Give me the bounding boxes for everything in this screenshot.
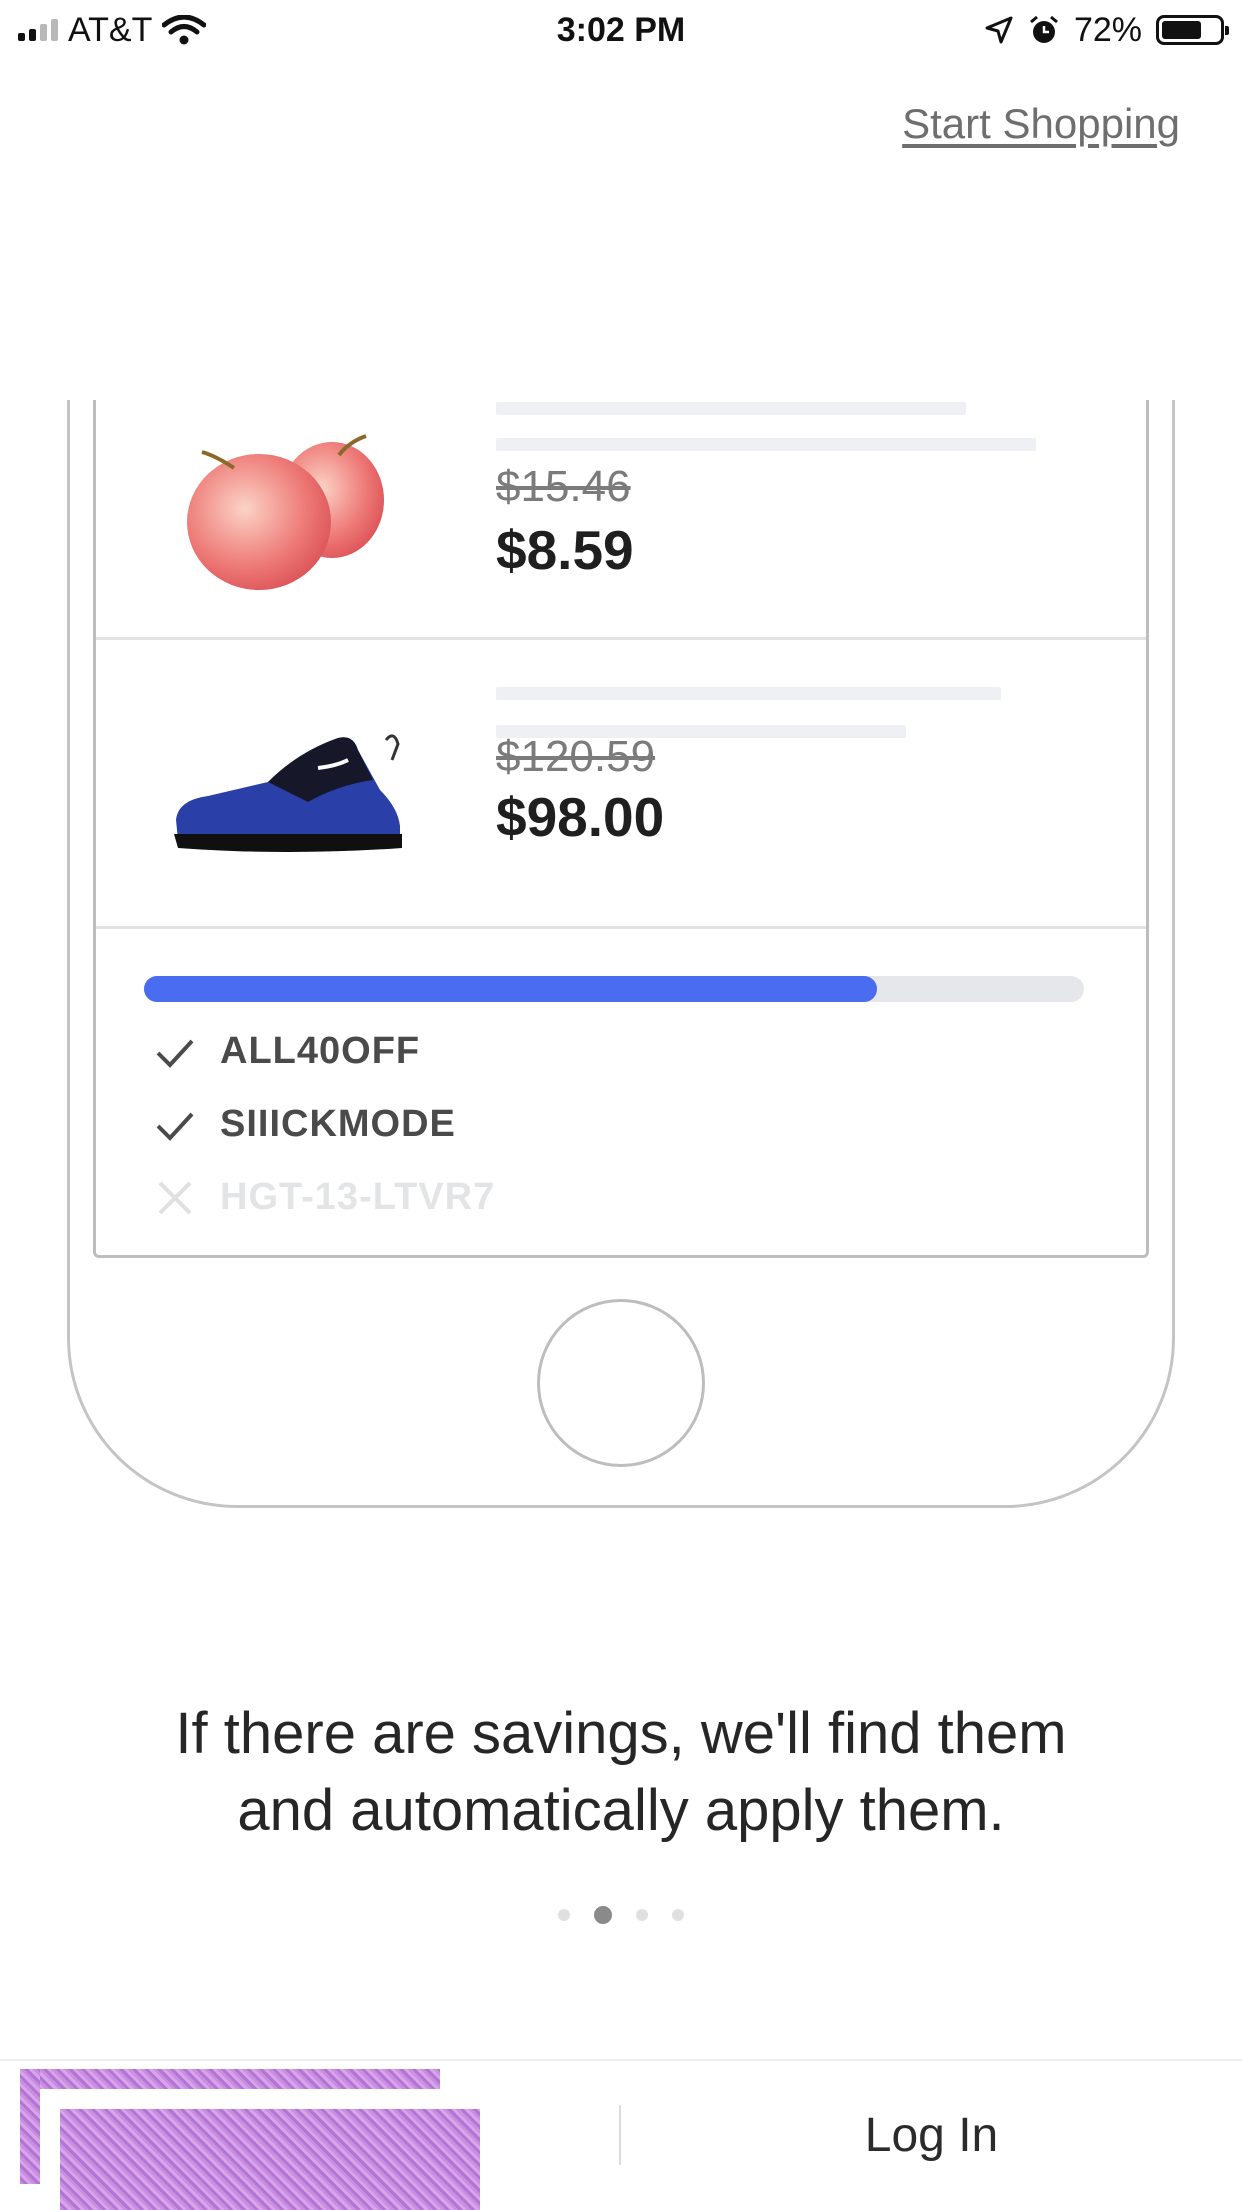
old-price: $15.46 xyxy=(496,462,631,511)
page-dot[interactable] xyxy=(594,1906,612,1924)
page-indicator[interactable] xyxy=(0,1906,1242,1924)
product-row-apples: $15.46 $8.59 xyxy=(96,400,1146,640)
page-dot[interactable] xyxy=(672,1909,684,1921)
product-row-sneaker: $120.59 $98.00 xyxy=(96,640,1146,929)
coupon-code: HGT-13-LTVR7 xyxy=(220,1176,496,1218)
location-icon xyxy=(985,16,1013,44)
phone-home-button xyxy=(537,1299,705,1467)
coupon-item: ALL40OFF xyxy=(154,1030,420,1073)
coupon-code: SIIICKMODE xyxy=(220,1103,456,1145)
check-icon xyxy=(156,1039,194,1068)
start-shopping-link[interactable]: Start Shopping xyxy=(902,100,1180,148)
login-button[interactable]: Log In xyxy=(621,2061,1242,2210)
page-dot[interactable] xyxy=(636,1909,648,1921)
coupon-item: SIIICKMODE xyxy=(154,1103,456,1146)
check-icon xyxy=(156,1112,194,1141)
savings-progress-fill xyxy=(144,976,878,1002)
redacted-region xyxy=(60,2109,480,2210)
old-price: $120.59 xyxy=(496,732,656,781)
status-right: 72% xyxy=(984,10,1229,50)
redacted-region xyxy=(20,2069,40,2184)
battery-level xyxy=(1162,21,1201,39)
onboarding-headline: If there are savings, we'll find them an… xyxy=(175,1701,1067,1843)
page-dot[interactable] xyxy=(558,1909,570,1921)
phone-screen: $15.46 $8.59 $120.59 $98.00 ALL40OFF SII… xyxy=(93,400,1149,1258)
sneaker-image xyxy=(174,734,402,852)
battery-icon xyxy=(1156,15,1229,45)
apples-image xyxy=(187,434,384,590)
new-price: $8.59 xyxy=(496,519,634,581)
close-icon xyxy=(158,1181,192,1214)
battery-percent: 72% xyxy=(1073,10,1142,49)
savings-progress-bar xyxy=(144,976,1084,1002)
alarm-icon xyxy=(1029,15,1058,43)
new-price: $98.00 xyxy=(496,786,665,848)
status-bar: AT&T 3:02 PM 72% xyxy=(0,0,1242,60)
bottom-bar: Log In xyxy=(0,2059,1242,2210)
redacted-button[interactable] xyxy=(20,2069,440,2089)
coupon-code: ALL40OFF xyxy=(220,1030,421,1072)
coupon-item: HGT-13-LTVR7 xyxy=(154,1176,495,1219)
